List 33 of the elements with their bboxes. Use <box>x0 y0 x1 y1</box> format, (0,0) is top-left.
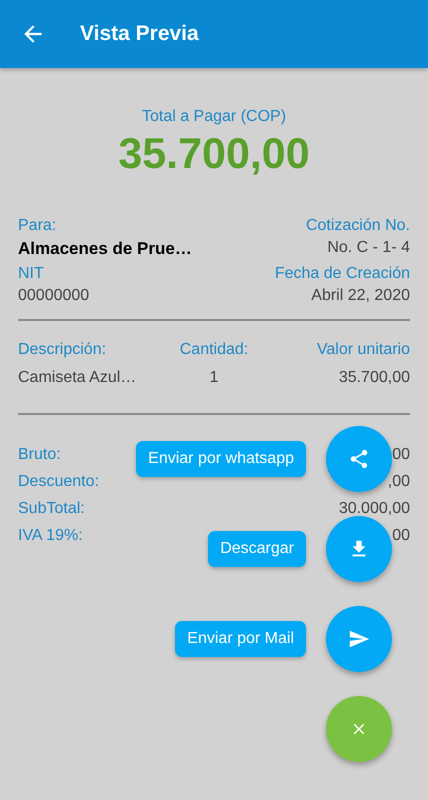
field-label: NIT <box>18 265 45 283</box>
total-row-label: Descuento: <box>18 473 99 491</box>
total-row-value: 30.000,00 <box>338 500 410 518</box>
total-label: Total a Pagar (COP) <box>142 108 286 126</box>
total-row-label: Bruto: <box>18 446 61 464</box>
screen-title: Vista Previa <box>80 22 199 46</box>
action-label[interactable]: Enviar por Mail <box>175 621 306 657</box>
field-value: No. C - 1- 4 <box>327 239 410 257</box>
download-button[interactable] <box>326 516 392 582</box>
total-row-value: 00 <box>392 446 410 464</box>
total-amount: 35.700,00 <box>118 130 310 179</box>
total-row-label: IVA 19%: <box>18 527 83 545</box>
table-cell-text: Camiseta Azul… <box>18 369 138 387</box>
send-icon <box>348 628 370 650</box>
column-header: Cantidad: <box>178 341 250 359</box>
column-header: Descripción: <box>18 341 108 359</box>
field-label: Fecha de Creación <box>274 265 410 283</box>
total-row-value: ,00 <box>388 473 410 491</box>
close-button[interactable] <box>326 696 392 762</box>
share-icon <box>348 448 370 470</box>
field-value: Almacenes de Prue… <box>18 239 192 259</box>
action-label[interactable]: Descargar <box>208 531 306 567</box>
table-cell-text: 35.700,00 <box>338 369 410 387</box>
table-cell-text: 1 <box>208 369 220 387</box>
field-label: Cotización No. <box>306 217 410 235</box>
action-label[interactable]: Enviar por whatsapp <box>136 441 306 477</box>
send-button[interactable] <box>326 606 392 672</box>
total-row-label: SubTotal: <box>18 500 85 518</box>
field-value: Abril 22, 2020 <box>311 287 410 305</box>
total-row-value: 00 <box>392 527 410 545</box>
field-label: Para: <box>18 217 58 235</box>
column-header: Valor unitario <box>316 341 410 359</box>
field-value: 00000000 <box>18 287 90 305</box>
